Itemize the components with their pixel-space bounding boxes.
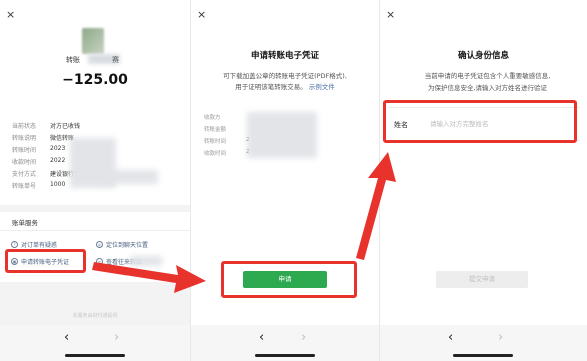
annotation-arrows <box>92 152 396 293</box>
arrow-up-icon <box>356 152 396 260</box>
arrow-right-icon <box>92 262 206 293</box>
